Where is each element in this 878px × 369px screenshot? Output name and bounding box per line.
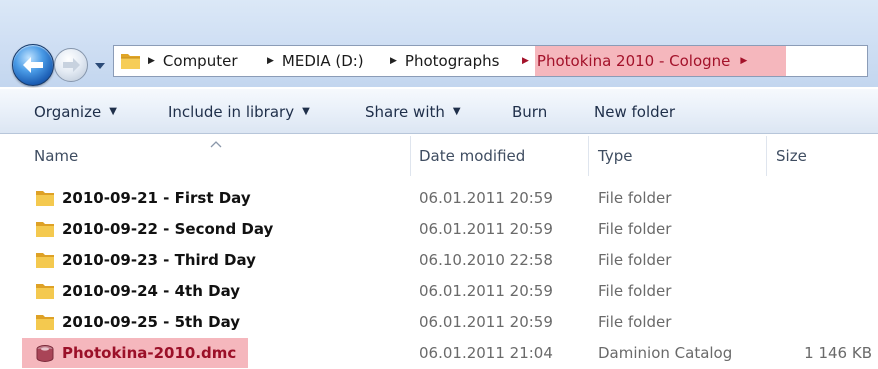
file-type: File folder	[598, 251, 672, 269]
file-date: 06.01.2011 20:59	[419, 282, 553, 300]
back-button[interactable]	[12, 44, 54, 86]
forward-button[interactable]	[54, 48, 88, 82]
sort-ascending-icon	[210, 141, 222, 148]
crumb-arrow-icon: ▶	[740, 56, 748, 66]
table-row[interactable]: 2010-09-24 - 4th Day 06.01.2011 20:59 Fi…	[0, 276, 878, 306]
breadcrumb-photographs[interactable]: ▶ Photographs	[390, 50, 499, 72]
folder-icon	[36, 253, 54, 268]
file-name: 2010-09-25 - 5th Day	[62, 313, 241, 331]
column-resize-handle[interactable]	[766, 136, 767, 176]
burn-button[interactable]: Burn	[512, 89, 547, 134]
explorer-window: ▶ Computer ▶ MEDIA (D:) ▶ Photographs ▶ …	[0, 0, 878, 369]
column-header-name[interactable]: Name	[34, 134, 78, 178]
file-date: 06.01.2011 20:59	[419, 189, 553, 207]
catalog-icon	[36, 345, 54, 362]
chevron-down-icon: ▼	[109, 106, 117, 117]
file-name: 2010-09-23 - Third Day	[62, 251, 256, 269]
breadcrumb-computer[interactable]: ▶ Computer	[148, 50, 238, 72]
column-resize-handle[interactable]	[410, 136, 411, 176]
file-type: File folder	[598, 189, 672, 207]
table-row[interactable]: 2010-09-23 - Third Day 06.10.2010 22:58 …	[0, 245, 878, 275]
crumb-arrow-icon: ▶	[267, 56, 274, 66]
folder-icon	[36, 222, 54, 237]
table-row[interactable]: 2010-09-22 - Second Day 06.01.2011 20:59…	[0, 214, 878, 244]
file-type: File folder	[598, 220, 672, 238]
column-header-date-modified[interactable]: Date modified	[419, 134, 525, 178]
chevron-down-icon: ▼	[452, 106, 461, 117]
file-type: File folder	[598, 313, 672, 331]
file-date: 06.01.2011 20:59	[419, 313, 553, 331]
file-name: Photokina-2010.dmc	[62, 344, 237, 362]
recent-locations-button[interactable]	[92, 58, 108, 72]
column-header-type[interactable]: Type	[598, 134, 632, 178]
file-date: 06.01.2011 20:59	[419, 220, 553, 238]
folder-icon	[36, 191, 54, 206]
new-folder-label: New folder	[594, 102, 676, 121]
breadcrumb-media-drive[interactable]: ▶ MEDIA (D:)	[267, 50, 364, 72]
file-name: 2010-09-24 - 4th Day	[62, 282, 241, 300]
organize-label: Organize	[34, 102, 102, 121]
folder-icon	[120, 50, 142, 72]
folder-icon	[36, 284, 54, 299]
breadcrumb-label: Photokina 2010 - Cologne	[536, 52, 731, 70]
column-header-label: Size	[776, 147, 807, 165]
share-with-button[interactable]: Share with ▼	[365, 89, 461, 134]
share-with-label: Share with	[365, 102, 445, 121]
file-size: 1 146 KB	[804, 344, 872, 362]
folder-icon	[36, 315, 54, 330]
forward-arrow-icon	[63, 58, 80, 72]
organize-button[interactable]: Organize ▼	[34, 89, 117, 134]
crumb-arrow-icon: ▶	[148, 56, 155, 66]
column-header-label: Name	[34, 147, 79, 165]
breadcrumb-label: MEDIA (D:)	[281, 52, 364, 70]
file-type: File folder	[598, 282, 672, 300]
address-field[interactable]: ▶ Computer ▶ MEDIA (D:) ▶ Photographs ▶ …	[113, 45, 868, 77]
crumb-arrow-icon: ▶	[522, 56, 529, 66]
file-type: Daminion Catalog	[598, 344, 733, 362]
column-header-label: Type	[598, 147, 633, 165]
table-row[interactable]: 2010-09-25 - 5th Day 06.01.2011 20:59 Fi…	[0, 307, 878, 337]
file-date: 06.01.2011 21:04	[419, 344, 553, 362]
burn-label: Burn	[512, 102, 548, 121]
command-toolbar: Organize ▼ Include in library ▼ Share wi…	[0, 88, 878, 134]
file-name: 2010-09-22 - Second Day	[62, 220, 274, 238]
table-row[interactable]: Photokina-2010.dmc 06.01.2011 21:04 Dami…	[0, 338, 878, 368]
back-arrow-icon	[23, 57, 43, 73]
column-header-size[interactable]: Size	[776, 134, 807, 178]
address-bar-area: ▶ Computer ▶ MEDIA (D:) ▶ Photographs ▶ …	[0, 0, 878, 87]
breadcrumb-photokina-2010[interactable]: ▶ Photokina 2010 - Cologne ▶	[522, 50, 747, 72]
column-header-label: Date modified	[419, 147, 526, 165]
file-name: 2010-09-21 - First Day	[62, 189, 251, 207]
breadcrumb-label: Computer	[162, 52, 238, 70]
include-in-library-label: Include in library	[168, 102, 295, 121]
include-in-library-button[interactable]: Include in library ▼	[168, 89, 310, 134]
chevron-down-icon: ▼	[302, 106, 310, 117]
breadcrumb-label: Photographs	[404, 52, 500, 70]
table-row[interactable]: 2010-09-21 - First Day 06.01.2011 20:59 …	[0, 183, 878, 213]
new-folder-button[interactable]: New folder	[594, 89, 675, 134]
file-date: 06.10.2010 22:58	[419, 251, 553, 269]
chevron-down-icon	[95, 63, 105, 69]
crumb-arrow-icon: ▶	[390, 56, 397, 66]
column-resize-handle[interactable]	[588, 136, 589, 176]
